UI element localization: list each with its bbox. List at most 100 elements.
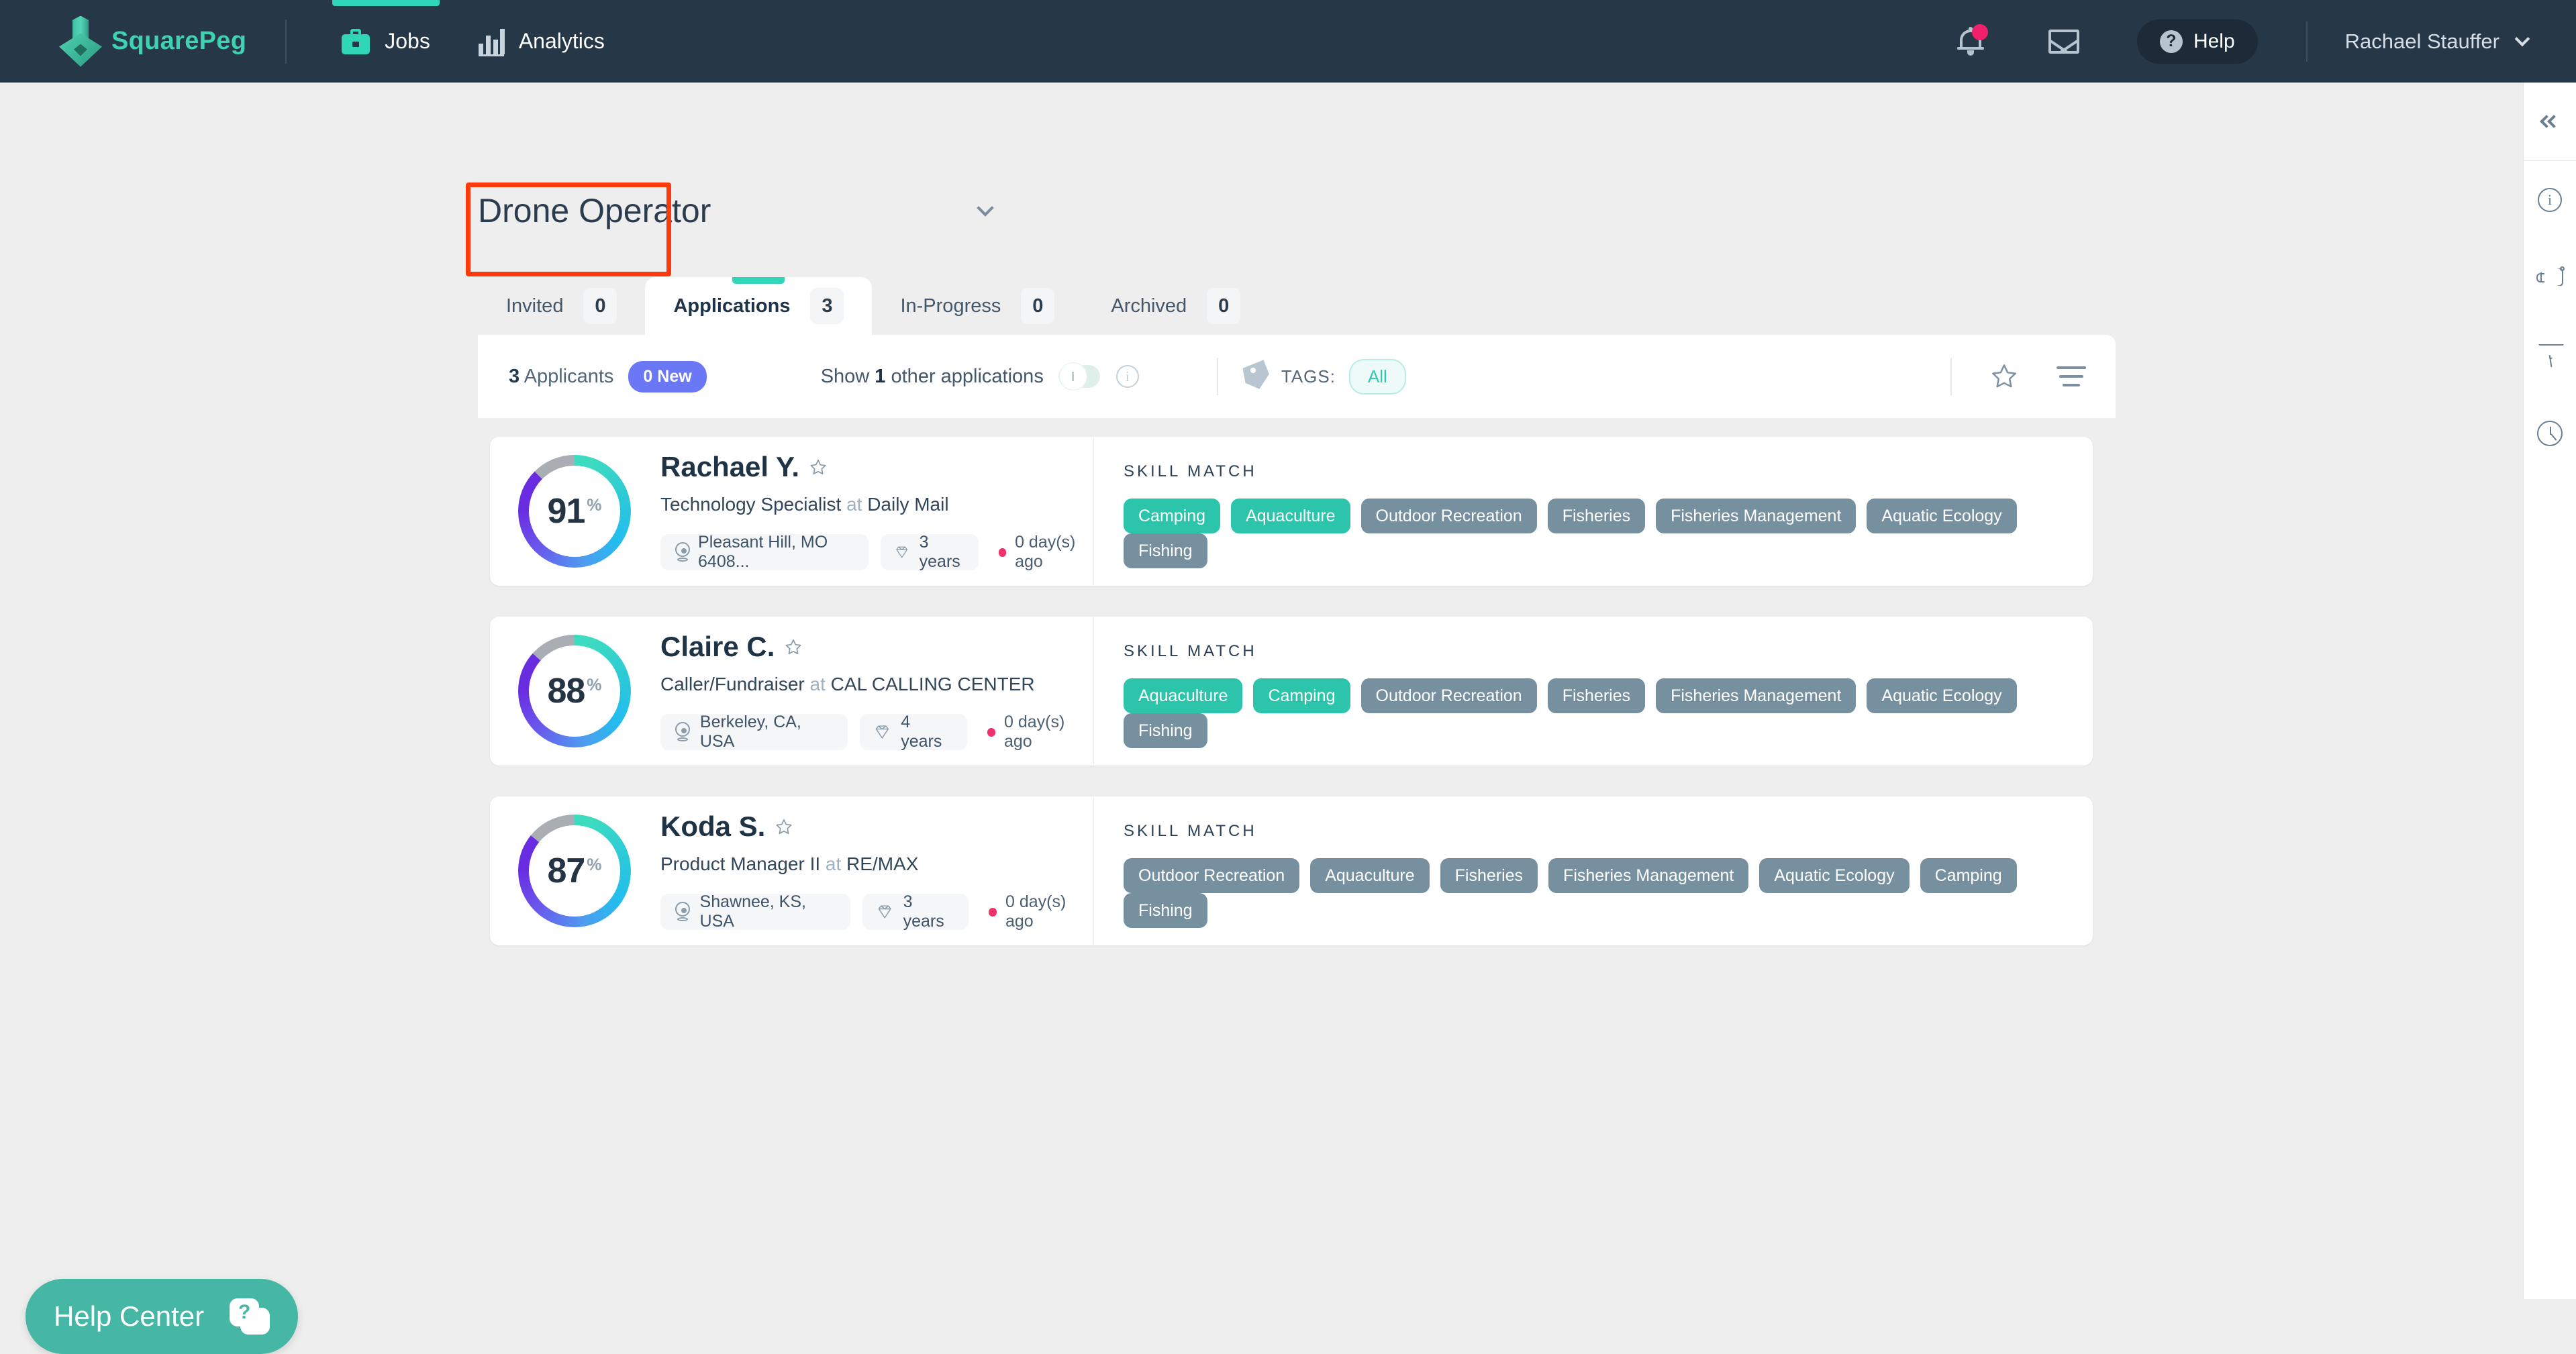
skill-tag[interactable]: Outdoor Recreation [1361,678,1537,713]
favorite-star-icon[interactable] [775,818,793,836]
show-other-applications-toggle[interactable] [1058,365,1100,388]
applicants-toolbar: 3 Applicants 0 New Show 1 other applicat… [478,335,2116,418]
candidate-card[interactable]: 91 % Rachael Y. Technology Specialist [490,437,2093,586]
candidate-company: CAL CALLING CENTER [831,674,1035,694]
tab-applications[interactable]: Applications 3 [645,277,872,335]
skill-tag[interactable]: Aquaculture [1231,499,1350,533]
job-header: Drone Operator [478,191,991,230]
skill-match-section: SKILL MATCH Camping Aquaculture Outdoor … [1094,437,2093,586]
location-text: Shawnee, KS, USA [700,892,838,931]
candidate-role: Product Manager II at RE/MAX [660,853,1093,875]
sidebar-collapse-button[interactable] [2542,83,2559,160]
chevron-down-icon [2515,32,2530,47]
nav-divider-2 [2306,21,2308,62]
tab-archived[interactable]: Archived 0 [1083,277,1269,335]
skill-tag[interactable]: Fisheries [1440,858,1538,893]
candidate-card[interactable]: 88 % Claire C. Caller/Fundraiser a [490,617,2093,766]
skill-tag-list: Outdoor Recreation Aquaculture Fisheries… [1124,858,2093,928]
skill-tag[interactable]: Fishing [1124,713,1207,748]
tab-archived-label: Archived [1111,295,1187,317]
tag-icon [1244,364,1269,389]
show-other-count: 1 [875,366,885,387]
match-score-value: 88 [547,671,585,711]
candidate-name[interactable]: Koda S. [660,811,765,843]
candidate-info: Claire C. Caller/Fundraiser at CAL CALLI… [660,635,1093,747]
help-button-label: Help [2193,30,2235,53]
gem-icon [876,902,893,921]
applied-ago: 0 day(s) ago [989,892,1093,931]
page-body: Drone Operator Invited 0 Applications 3 … [0,83,2523,1299]
new-applicants-badge: 0 New [628,361,706,393]
experience-chip: 3 years [881,534,979,570]
skill-tag[interactable]: Camping [1124,499,1220,533]
skill-tag[interactable]: Fisheries Management [1548,858,1748,893]
sidebar-item-announcements[interactable] [2524,239,2576,317]
candidate-name[interactable]: Claire C. [660,631,775,663]
skill-tag[interactable]: Outdoor Recreation [1361,499,1537,533]
skill-tag[interactable]: Fisheries Management [1656,678,1856,713]
toolbar-right-actions [1950,358,2086,395]
applied-ago-text: 0 day(s) ago [1005,892,1093,931]
candidate-name[interactable]: Rachael Y. [660,451,799,483]
sidebar-item-filters[interactable] [2524,317,2576,395]
location-pin-icon [674,902,691,922]
applied-ago: 0 day(s) ago [987,713,1093,751]
tab-in-progress[interactable]: In-Progress 0 [872,277,1083,335]
funnel-icon [2538,344,2561,367]
skill-tag[interactable]: Aquatic Ecology [1867,678,2016,713]
favorites-star-icon[interactable] [1989,362,2019,390]
user-menu[interactable]: Rachael Stauffer [2345,30,2528,54]
brand-logo[interactable]: SquarePeg [59,16,246,67]
show-other-suffix: other applications [891,366,1044,387]
skill-tag[interactable]: Outdoor Recreation [1124,858,1299,893]
skill-tag[interactable]: Camping [1253,678,1350,713]
nav-item-analytics[interactable]: Analytics [454,0,629,83]
page-title: Drone Operator [478,191,711,230]
tab-invited[interactable]: Invited 0 [478,277,645,335]
candidate-name-row: Rachael Y. [660,451,1093,483]
show-other-prefix: Show [821,366,870,387]
tab-archived-count: 0 [1207,288,1240,324]
tab-applications-label: Applications [673,295,790,317]
job-select-chevron-down-icon[interactable] [977,199,994,216]
skill-tag[interactable]: Camping [1920,858,2017,893]
skill-tag[interactable]: Fisheries Management [1656,499,1856,533]
nav-divider [285,19,287,64]
skill-tag[interactable]: Fishing [1124,533,1207,568]
toolbar-divider [1217,358,1218,395]
bar-chart-icon [479,29,504,54]
sidebar-item-info[interactable]: i [2524,161,2576,239]
favorite-star-icon[interactable] [809,458,828,476]
candidate-at-word: at [846,494,862,515]
tag-filter-all[interactable]: All [1349,359,1406,395]
skill-tag[interactable]: Fishing [1124,893,1207,928]
help-center-button[interactable]: Help Center ? [26,1279,298,1354]
collapse-double-chevron-icon [2542,117,2559,126]
skill-match-section: SKILL MATCH Outdoor Recreation Aquacultu… [1094,796,2093,945]
messages-envelope-icon[interactable] [2048,30,2079,54]
candidate-card[interactable]: 87 % Koda S. Product Manager II at [490,796,2093,945]
pipeline-tabs: Invited 0 Applications 3 In-Progress 0 A… [478,277,1269,335]
candidate-company: RE/MAX [846,853,918,874]
question-mark-icon: ? [2160,30,2183,53]
location-pin-icon [674,722,691,742]
sidebar-item-activity[interactable] [2524,395,2576,472]
skill-tag[interactable]: Fisheries [1548,499,1645,533]
top-navigation-bar: SquarePeg Jobs Analytics ? Help Rachael [0,0,2576,83]
skill-tag[interactable]: Aquaculture [1124,678,1242,713]
favorite-star-icon[interactable] [784,638,803,656]
help-button[interactable]: ? Help [2137,19,2258,64]
notifications-bell-icon[interactable] [1957,27,1984,56]
tab-invited-label: Invited [506,295,563,317]
candidate-list: 91 % Rachael Y. Technology Specialist [490,437,2093,976]
skill-tag[interactable]: Fisheries [1548,678,1645,713]
skill-tag[interactable]: Aquatic Ecology [1867,499,2016,533]
nav-item-jobs[interactable]: Jobs [317,0,454,83]
skill-match-header: SKILL MATCH [1124,822,2093,841]
candidate-meta: Pleasant Hill, MO 6408... 3 years 0 day(… [660,533,1093,572]
show-other-info-icon[interactable]: i [1116,365,1139,388]
sort-filter-icon[interactable] [2057,366,2086,386]
skill-tag[interactable]: Aquaculture [1310,858,1429,893]
match-score-percent-sign: % [587,676,601,695]
skill-tag[interactable]: Aquatic Ecology [1759,858,1909,893]
